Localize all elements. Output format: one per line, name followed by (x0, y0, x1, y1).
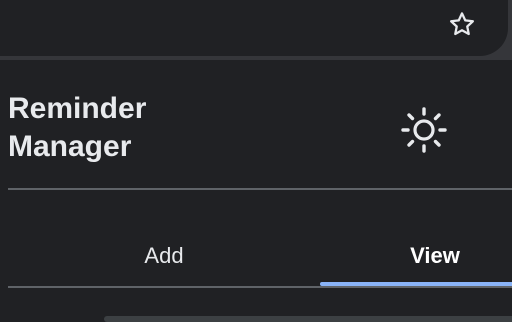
tab-view[interactable]: View (320, 228, 512, 284)
tab-add-label: Add (144, 243, 184, 268)
sun-icon (401, 107, 447, 153)
tab-add[interactable]: Add (8, 228, 320, 284)
tab-view-label: View (410, 243, 460, 268)
header-divider (8, 188, 512, 190)
bookmark-star-button[interactable] (444, 6, 480, 42)
extension-popup: Reminder Manager Add View (0, 60, 512, 320)
tabs-divider (8, 286, 512, 288)
star-icon (450, 12, 474, 36)
theme-toggle-button[interactable] (398, 104, 450, 156)
page-title: Reminder Manager (8, 92, 147, 163)
browser-toolbar (0, 0, 512, 60)
address-bar[interactable] (0, 0, 508, 56)
content-edge (104, 316, 512, 322)
